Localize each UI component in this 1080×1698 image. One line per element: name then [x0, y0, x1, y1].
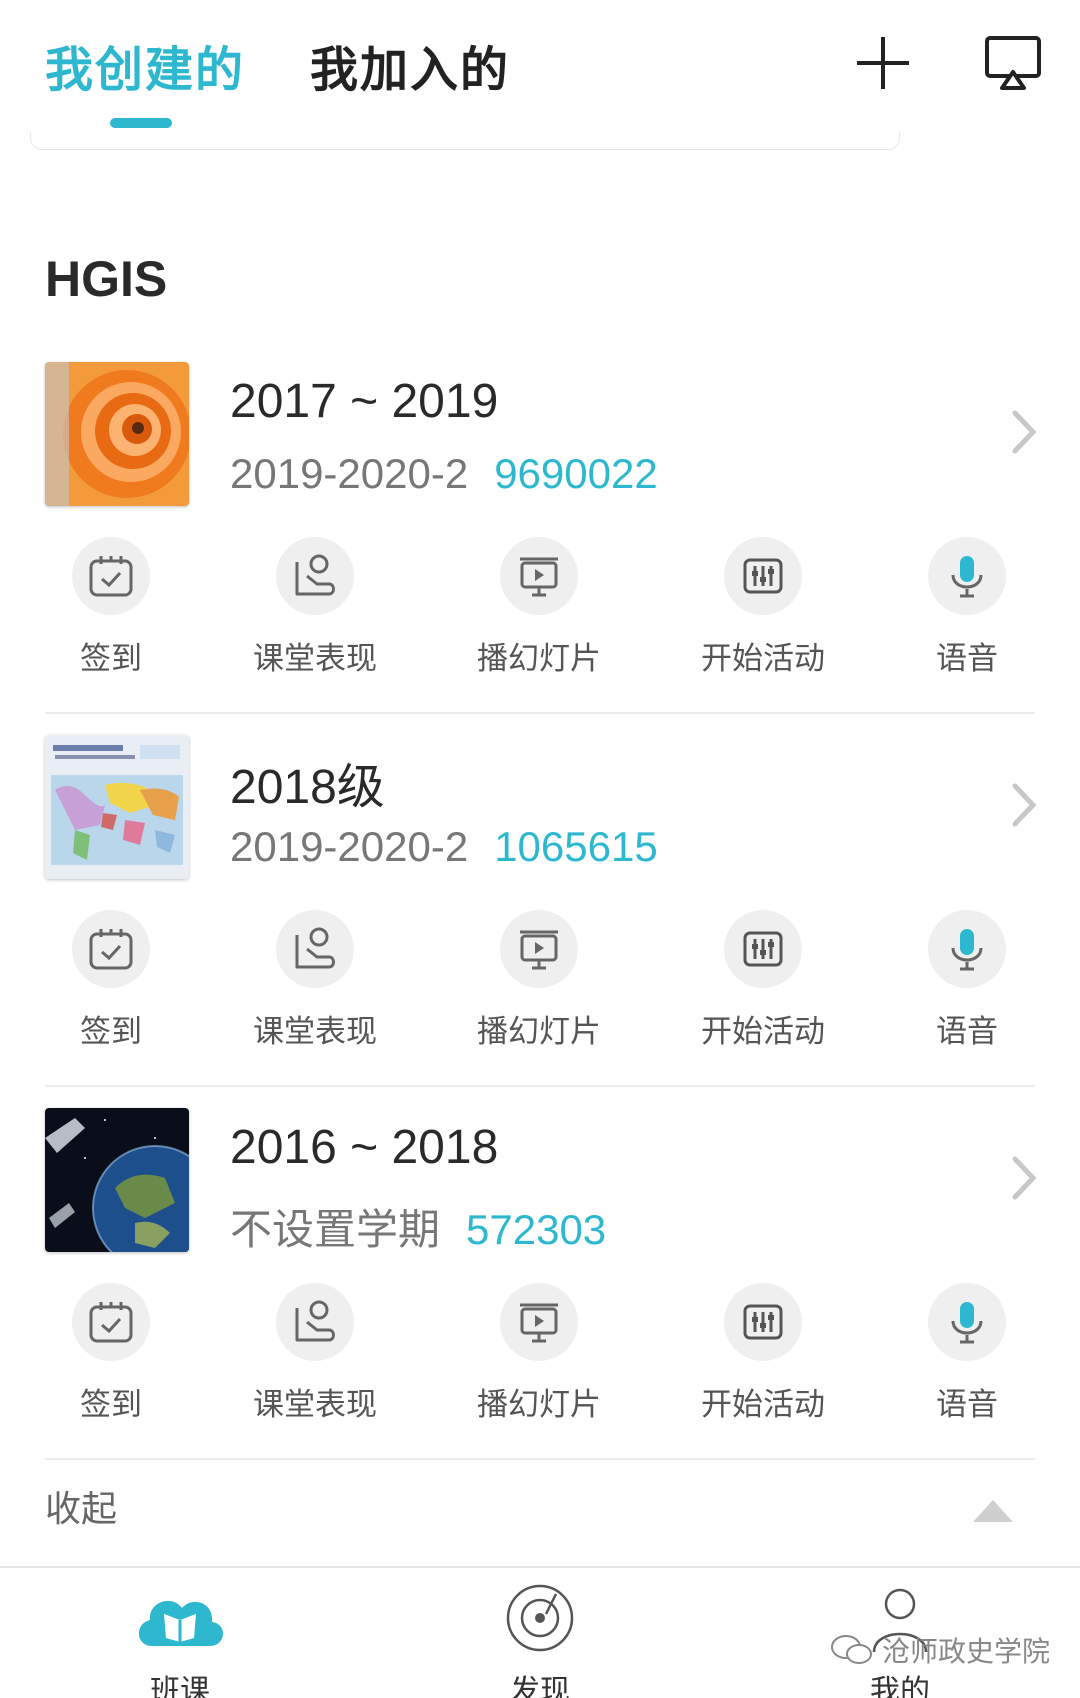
voice-label: 语音	[936, 641, 998, 677]
course-card[interactable]: 2016 ~ 2018 不设置学期 572303 签到 课堂表现 播幻灯片 开始活…	[0, 1108, 1080, 1482]
user-hand-icon	[295, 1300, 335, 1342]
slides-label: 播幻灯片	[477, 641, 601, 677]
course-meta: 不设置学期 572303	[230, 1196, 606, 1257]
calendar-check-icon	[89, 556, 133, 597]
performance-button[interactable]: 课堂表现	[225, 910, 405, 1051]
course-card[interactable]: 2018级 2019-2020-2 1065615 签到 课堂表现 播幻灯片 开始…	[0, 735, 1080, 1109]
screen-cast-icon[interactable]	[980, 30, 1046, 96]
watermark: 沧师政史学院	[830, 1630, 1050, 1670]
plus-icon[interactable]	[850, 30, 916, 96]
course-thumbnail	[45, 362, 189, 506]
projector-icon	[520, 930, 558, 970]
sliders-icon	[743, 558, 783, 594]
course-title: 2016 ~ 2018	[230, 1121, 499, 1174]
checkin-button[interactable]: 签到	[21, 910, 201, 1051]
course-card[interactable]: 2017 ~ 2019 2019-2020-2 9690022 签到 课堂表现 播…	[0, 362, 1080, 736]
course-code: 9690022	[494, 450, 658, 497]
activity-label: 开始活动	[701, 1387, 825, 1423]
activity-button[interactable]: 开始活动	[673, 537, 853, 678]
divider	[45, 1458, 1035, 1460]
compass-icon	[506, 1584, 574, 1652]
projector-icon	[520, 557, 558, 597]
nav-discover[interactable]: 发现	[460, 1580, 620, 1698]
course-title: 2018级	[230, 761, 385, 814]
checkin-label: 签到	[80, 1387, 142, 1423]
performance-label: 课堂表现	[253, 1387, 377, 1423]
group-title: HGIS	[45, 251, 168, 307]
performance-label: 课堂表现	[253, 641, 377, 677]
collapse-toggle[interactable]: 收起	[45, 1480, 1013, 1540]
voice-button[interactable]: 语音	[877, 1283, 1057, 1424]
slides-label: 播幻灯片	[477, 1387, 601, 1423]
nav-mine-label: 我的	[870, 1674, 930, 1698]
checkin-button[interactable]: 签到	[21, 1283, 201, 1424]
course-term: 不设置学期	[230, 1206, 441, 1253]
course-code: 572303	[466, 1206, 607, 1253]
microphone-icon	[951, 1302, 983, 1344]
course-title: 2017 ~ 2019	[230, 375, 499, 428]
voice-label: 语音	[936, 1387, 998, 1423]
performance-label: 课堂表现	[253, 1014, 377, 1050]
sliders-icon	[743, 1304, 783, 1340]
voice-button[interactable]: 语音	[877, 910, 1057, 1051]
tab-joined[interactable]: 我加入的	[310, 30, 510, 100]
course-thumbnail	[45, 735, 189, 879]
sliders-icon	[743, 931, 783, 967]
activity-label: 开始活动	[701, 641, 825, 677]
nav-classes-label: 班课	[150, 1674, 210, 1698]
slides-label: 播幻灯片	[477, 1014, 601, 1050]
voice-label: 语音	[936, 1014, 998, 1050]
collapse-label: 收起	[45, 1489, 118, 1530]
microphone-icon	[951, 556, 983, 598]
divider	[45, 712, 1035, 714]
calendar-check-icon	[89, 929, 133, 970]
course-code: 1065615	[494, 823, 658, 870]
app-screen: 我创建的 我加入的 HGIS 2017 ~ 2019 2019-2020-2 9…	[0, 0, 1080, 1698]
course-meta: 2019-2020-2 1065615	[230, 823, 658, 871]
course-actions: 签到 课堂表现 播幻灯片 开始活动 语音	[0, 1283, 1080, 1423]
triangle-up-icon	[973, 1500, 1013, 1522]
course-meta: 2019-2020-2 9690022	[230, 450, 658, 498]
checkin-label: 签到	[80, 641, 142, 677]
checkin-button[interactable]: 签到	[21, 537, 201, 678]
course-term: 2019-2020-2	[230, 450, 469, 497]
performance-button[interactable]: 课堂表现	[225, 1283, 405, 1424]
activity-button[interactable]: 开始活动	[673, 1283, 853, 1424]
nav-discover-label: 发现	[510, 1674, 570, 1698]
cloud-book-icon	[138, 1600, 224, 1646]
course-actions: 签到 课堂表现 播幻灯片 开始活动 语音	[0, 537, 1080, 677]
wechat-icon	[831, 1635, 872, 1664]
divider	[45, 1085, 1035, 1087]
microphone-icon	[951, 929, 983, 971]
chevron-right-icon[interactable]	[1005, 780, 1045, 830]
course-thumbnail	[45, 1108, 189, 1252]
chevron-right-icon[interactable]	[1005, 1153, 1045, 1203]
course-term: 2019-2020-2	[230, 823, 469, 870]
user-hand-icon	[295, 554, 335, 596]
user-hand-icon	[295, 927, 335, 969]
checkin-label: 签到	[80, 1014, 142, 1050]
slides-button[interactable]: 播幻灯片	[449, 1283, 629, 1424]
header-card-edge	[30, 132, 900, 150]
calendar-check-icon	[89, 1302, 133, 1343]
course-actions: 签到 课堂表现 播幻灯片 开始活动 语音	[0, 910, 1080, 1050]
slides-button[interactable]: 播幻灯片	[449, 537, 629, 678]
voice-button[interactable]: 语音	[877, 537, 1057, 678]
projector-icon	[520, 1303, 558, 1343]
chevron-right-icon[interactable]	[1005, 407, 1045, 457]
watermark-text: 沧师政史学院	[882, 1635, 1051, 1668]
nav-classes[interactable]: 班课	[100, 1580, 260, 1698]
activity-button[interactable]: 开始活动	[673, 910, 853, 1051]
slides-button[interactable]: 播幻灯片	[449, 910, 629, 1051]
performance-button[interactable]: 课堂表现	[225, 537, 405, 678]
tab-created[interactable]: 我创建的	[45, 30, 245, 100]
top-bar: 我创建的 我加入的	[0, 0, 1080, 150]
active-tab-indicator	[110, 118, 172, 128]
activity-label: 开始活动	[701, 1014, 825, 1050]
